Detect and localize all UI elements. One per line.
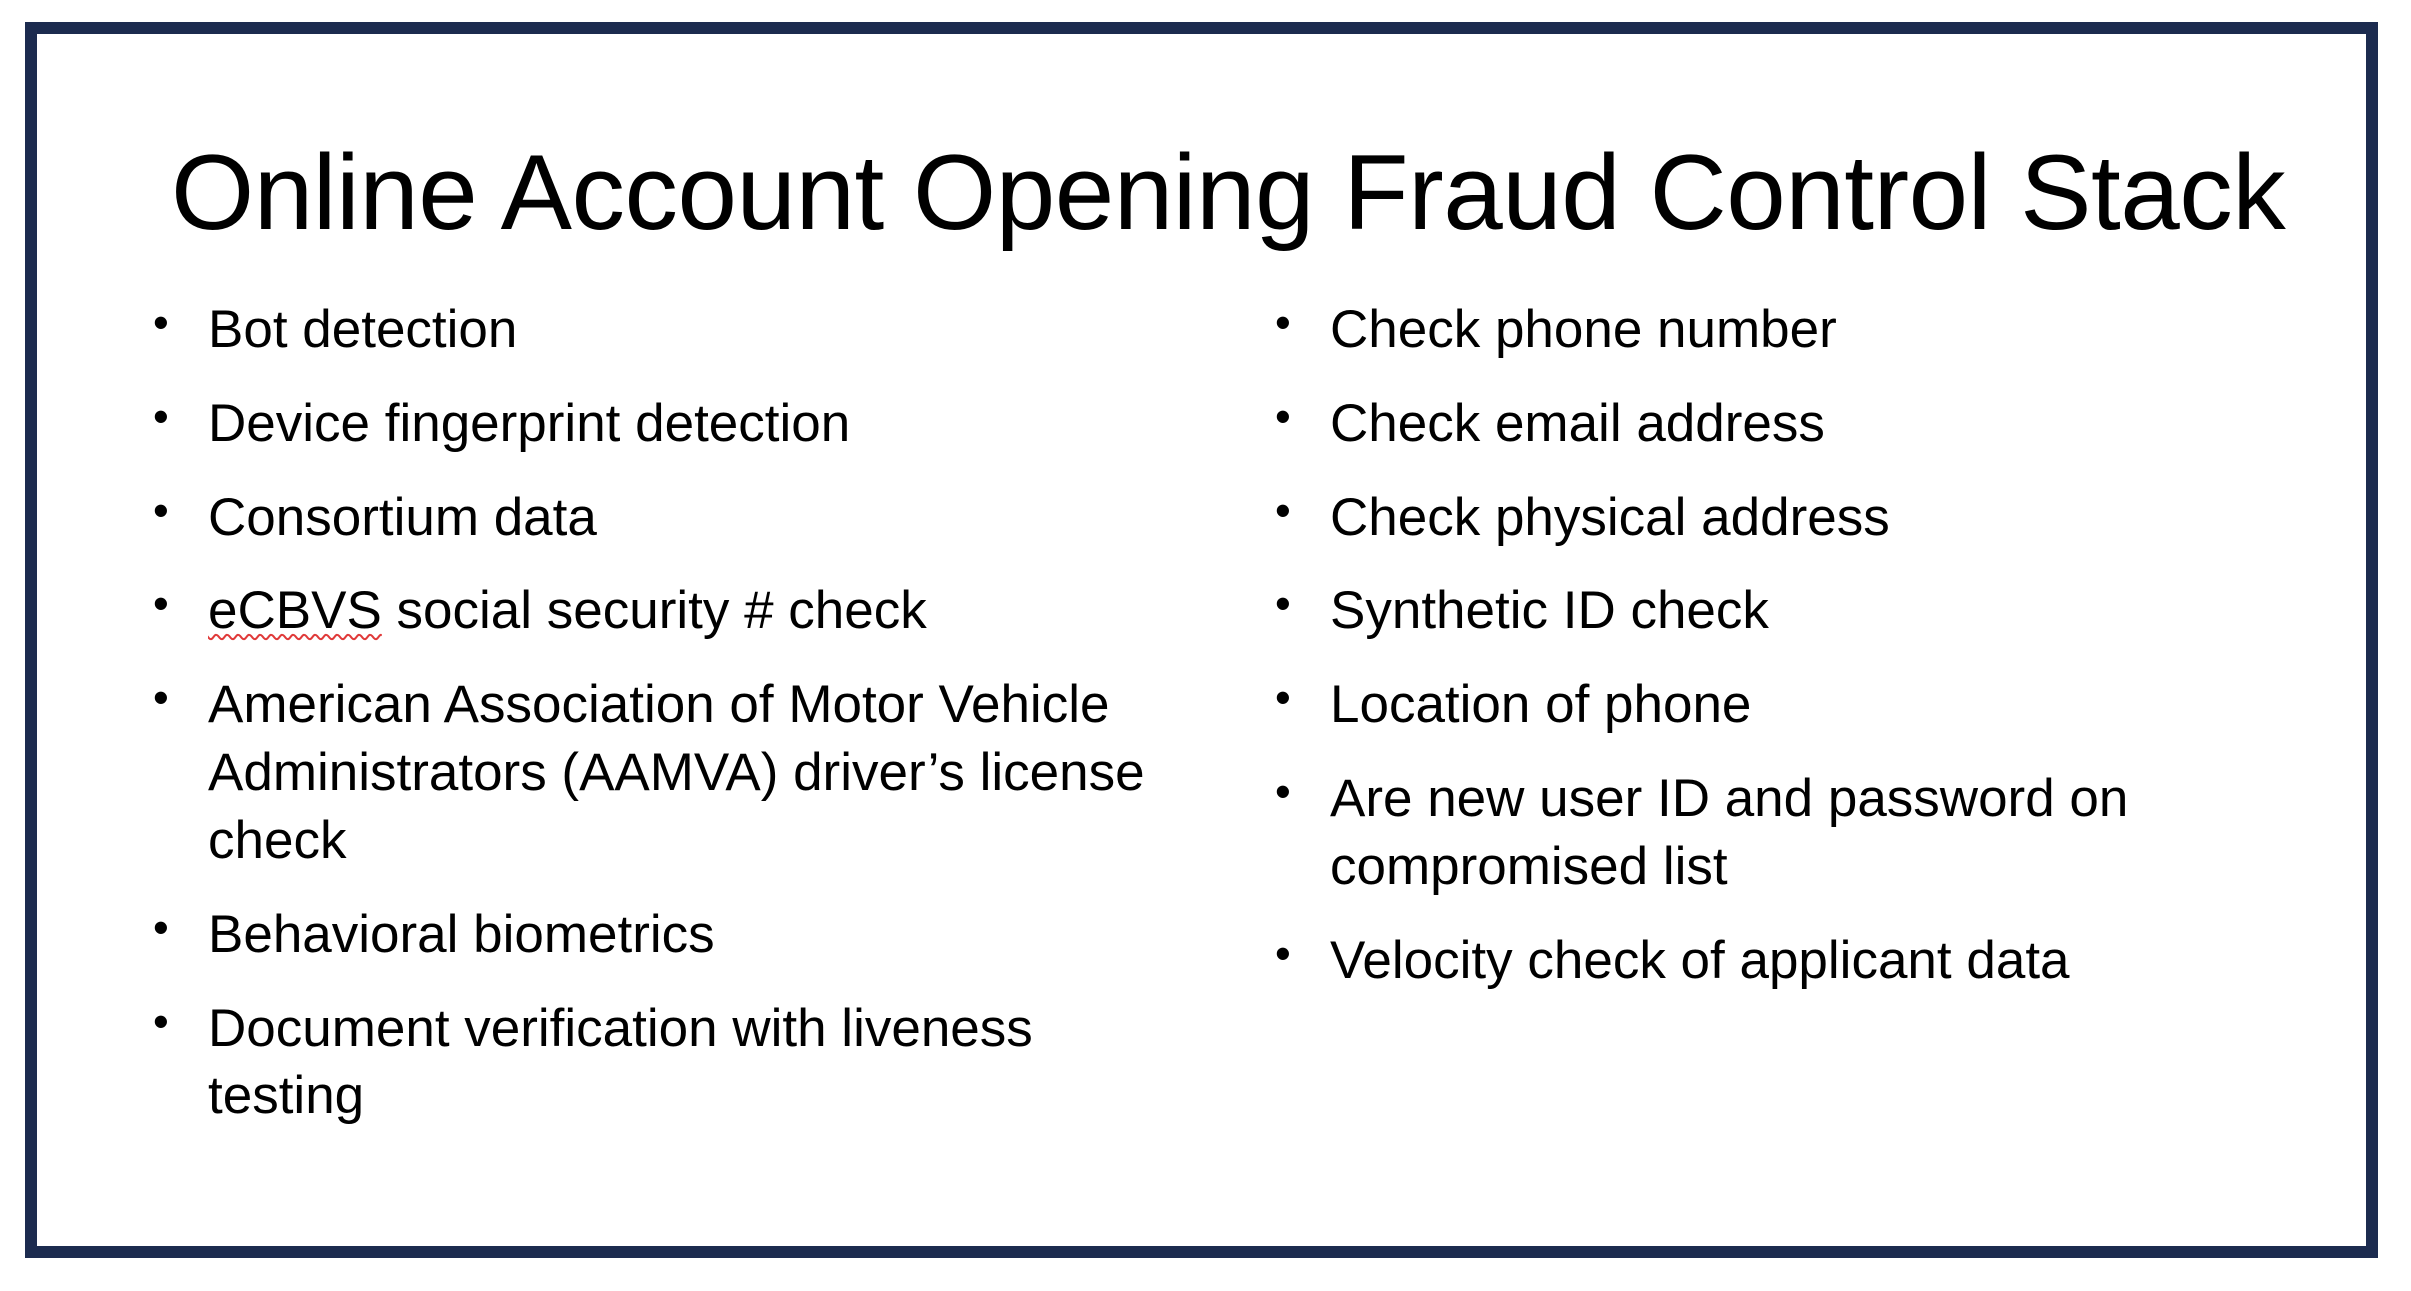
list-item: Bot detection (145, 294, 1165, 364)
bullet-columns: Bot detection Device fingerprint detecti… (37, 294, 2366, 1226)
list-item: Are new user ID and password on compromi… (1267, 763, 2277, 901)
list-item: Velocity check of applicant data (1267, 925, 2277, 995)
list-item: Document verification with liveness test… (145, 993, 1165, 1131)
list-item-text-rest: social security # check (381, 581, 927, 641)
right-bullet-column: Check phone number Check email address C… (1267, 294, 2277, 995)
list-item: American Association of Motor Vehicle Ad… (145, 669, 1165, 874)
misspelled-word: eCBVS (208, 581, 382, 641)
slide-border-frame: Online Account Opening Fraud Control Sta… (25, 22, 2378, 1258)
list-item: Check physical address (1267, 482, 2277, 552)
list-item: Check email address (1267, 388, 2277, 458)
slide-canvas: Online Account Opening Fraud Control Sta… (0, 0, 2411, 1291)
left-bullet-column: Bot detection Device fingerprint detecti… (145, 294, 1165, 1131)
list-item: Check phone number (1267, 294, 2277, 364)
list-item: Behavioral biometrics (145, 899, 1165, 969)
list-item-ecbvs: eCBVS social security # check (145, 575, 1165, 645)
list-item: Location of phone (1267, 669, 2277, 739)
list-item: Device fingerprint detection (145, 388, 1165, 458)
list-item: Consortium data (145, 482, 1165, 552)
left-bullet-list: Bot detection Device fingerprint detecti… (145, 294, 1165, 1131)
page-title: Online Account Opening Fraud Control Sta… (171, 131, 2286, 252)
list-item: Synthetic ID check (1267, 575, 2277, 645)
right-bullet-list: Check phone number Check email address C… (1267, 294, 2277, 995)
